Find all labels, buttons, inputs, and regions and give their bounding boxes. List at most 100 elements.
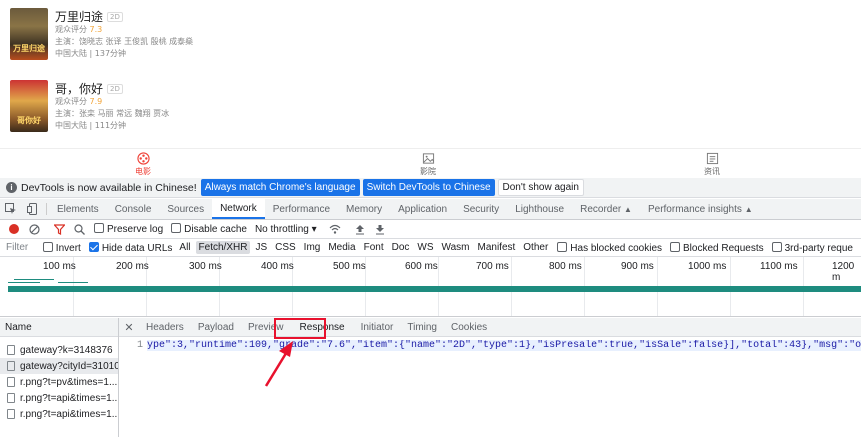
network-conditions-button[interactable] bbox=[325, 224, 345, 235]
filter-input[interactable]: Filter bbox=[6, 242, 43, 253]
timeline-tick: 200 ms bbox=[116, 261, 149, 272]
third-party-checkbox[interactable]: 3rd-party reque bbox=[771, 241, 853, 254]
movie-region-2: 中国大陆 | 111分钟 bbox=[55, 121, 127, 130]
close-icon[interactable]: ✕ bbox=[119, 318, 139, 336]
tab-payload[interactable]: Payload bbox=[191, 318, 241, 336]
filter-toggle-button[interactable] bbox=[49, 223, 69, 235]
movie-region-1: 中国大陆 | 137分钟 bbox=[55, 49, 127, 58]
tab-performance-insights-label: Performance insights bbox=[647, 203, 742, 215]
filter-type-font[interactable]: Font bbox=[361, 241, 387, 254]
clear-icon bbox=[28, 223, 40, 235]
disable-cache-label: Disable cache bbox=[184, 224, 247, 235]
request-row[interactable]: r.png?t=api&times=1... bbox=[0, 406, 118, 422]
disable-cache-checkbox[interactable]: Disable cache bbox=[171, 223, 247, 235]
request-list: Name gateway?k=3148376 gateway?cityId=31… bbox=[0, 318, 119, 437]
response-json: ype":3,"runtime":109,"grade":"7.6","item… bbox=[147, 340, 861, 351]
network-overview-timeline[interactable]: 100 ms 200 ms 300 ms 400 ms 500 ms 600 m… bbox=[0, 257, 861, 317]
tab-recorder-label: Recorder bbox=[580, 203, 622, 215]
movie-score-1: 观众评分 7.3 bbox=[55, 24, 102, 35]
request-row[interactable]: r.png?t=api&times=1... bbox=[0, 390, 118, 406]
filter-type-img[interactable]: Img bbox=[301, 241, 324, 254]
throttling-value: No throttling bbox=[254, 223, 309, 235]
clear-button[interactable] bbox=[24, 223, 44, 235]
timeline-tick: 1100 ms bbox=[760, 261, 798, 272]
movie-card-2[interactable]: 哥你好 哥，你好 2D 观众评分 7.9 主演：张栾 马丽 常远 魏翔 贾冰 中国… bbox=[10, 80, 310, 146]
document-icon bbox=[7, 345, 15, 355]
tab-performance[interactable]: Performance bbox=[265, 199, 338, 219]
throttling-select[interactable]: No throttling ▾ bbox=[255, 224, 317, 235]
timeline-tick: 500 ms bbox=[333, 261, 366, 272]
checkbox-box bbox=[171, 223, 182, 233]
filter-type-manifest[interactable]: Manifest bbox=[474, 241, 518, 254]
filter-type-js[interactable]: JS bbox=[252, 241, 270, 254]
timeline-tick: 1200 m bbox=[832, 261, 855, 283]
name-column-header[interactable]: Name bbox=[0, 318, 118, 337]
tab-application[interactable]: Application bbox=[390, 199, 455, 219]
filter-type-doc[interactable]: Doc bbox=[389, 241, 413, 254]
tab-elements[interactable]: Elements bbox=[49, 199, 107, 219]
tab-cinema[interactable]: 影院 bbox=[408, 152, 448, 177]
third-party-label: 3rd-party reque bbox=[784, 242, 853, 254]
inspect-element-icon[interactable] bbox=[0, 199, 22, 219]
tab-timing[interactable]: Timing bbox=[400, 318, 444, 336]
tab-sources[interactable]: Sources bbox=[159, 199, 212, 219]
tab-initiator[interactable]: Initiator bbox=[354, 318, 401, 336]
filter-type-other[interactable]: Other bbox=[520, 241, 551, 254]
tab-cookies[interactable]: Cookies bbox=[444, 318, 494, 336]
filter-type-all[interactable]: All bbox=[176, 241, 193, 254]
tab-recorder[interactable]: Recorder ▲ bbox=[572, 199, 640, 219]
tab-headers[interactable]: Headers bbox=[139, 318, 191, 336]
request-row[interactable]: gateway?k=3148376 bbox=[0, 342, 118, 358]
movie-poster-1[interactable]: 万里归途 bbox=[10, 8, 48, 60]
always-match-language-button[interactable]: Always match Chrome's language bbox=[200, 179, 360, 196]
info-icon: i bbox=[6, 182, 17, 193]
movie-title-2[interactable]: 哥，你好 2D bbox=[55, 80, 123, 97]
movie-poster-2[interactable]: 哥你好 bbox=[10, 80, 48, 132]
switch-to-chinese-button[interactable]: Switch DevTools to Chinese bbox=[362, 179, 495, 196]
preserve-log-checkbox[interactable]: Preserve log bbox=[94, 223, 163, 235]
movie-cast-1: 主演：饶晓志 张译 王俊凯 殷桃 成泰燊 bbox=[55, 37, 194, 46]
filter-type-media[interactable]: Media bbox=[325, 241, 358, 254]
tab-label: 资讯 bbox=[704, 167, 720, 176]
invert-label: Invert bbox=[55, 242, 81, 254]
blocked-cookies-checkbox[interactable]: Has blocked cookies bbox=[557, 241, 662, 254]
tab-console[interactable]: Console bbox=[107, 199, 160, 219]
image-icon bbox=[422, 153, 434, 164]
blocked-requests-checkbox[interactable]: Blocked Requests bbox=[670, 241, 764, 254]
filter-type-css[interactable]: CSS bbox=[272, 241, 299, 254]
news-icon bbox=[706, 152, 718, 165]
device-toolbar-icon[interactable] bbox=[22, 199, 44, 219]
document-icon bbox=[7, 409, 15, 419]
score-label: 观众评分 bbox=[55, 25, 87, 34]
timeline-tick: 100 ms bbox=[43, 261, 76, 272]
tab-network[interactable]: Network bbox=[212, 199, 265, 219]
filter-type-ws[interactable]: WS bbox=[414, 241, 436, 254]
movie-card-1[interactable]: 万里归途 万里归途 2D 观众评分 7.3 主演：饶晓志 张译 王俊凯 殷桃 成泰… bbox=[10, 8, 310, 74]
invert-checkbox[interactable]: Invert bbox=[42, 241, 81, 254]
tab-lighthouse[interactable]: Lighthouse bbox=[507, 199, 572, 219]
timeline-tick: 900 ms bbox=[621, 261, 654, 272]
wifi-settings-icon bbox=[329, 224, 341, 234]
tab-news[interactable]: 资讯 bbox=[692, 152, 732, 177]
tab-security[interactable]: Security bbox=[455, 199, 507, 219]
tab-performance-insights[interactable]: Performance insights ▲ bbox=[640, 199, 761, 219]
checkbox-box bbox=[557, 241, 568, 252]
request-row-selected[interactable]: gateway?cityId=31010... bbox=[0, 358, 118, 374]
response-body-line[interactable]: 1 ype":3,"runtime":109,"grade":"7.6","ite… bbox=[119, 340, 861, 353]
tab-memory[interactable]: Memory bbox=[338, 199, 390, 219]
search-button[interactable] bbox=[69, 223, 89, 235]
tab-film[interactable]: 电影 bbox=[123, 152, 163, 177]
checkbox-box bbox=[94, 223, 104, 233]
movie-title-1[interactable]: 万里归途 2D bbox=[55, 8, 123, 25]
checkbox-box bbox=[670, 241, 681, 252]
request-row[interactable]: r.png?t=pv&times=1... bbox=[0, 374, 118, 390]
hide-data-urls-checkbox[interactable]: Hide data URLs bbox=[88, 241, 173, 254]
import-har-button[interactable] bbox=[350, 224, 370, 235]
line-number: 1 bbox=[136, 340, 143, 351]
record-button[interactable] bbox=[4, 224, 24, 234]
filter-type-wasm[interactable]: Wasm bbox=[439, 241, 473, 254]
filter-type-fetch-xhr[interactable]: Fetch/XHR bbox=[195, 241, 251, 254]
export-har-button[interactable] bbox=[370, 224, 390, 235]
hide-data-urls-label: Hide data URLs bbox=[101, 242, 173, 254]
dont-show-again-button[interactable]: Don't show again bbox=[497, 179, 584, 196]
